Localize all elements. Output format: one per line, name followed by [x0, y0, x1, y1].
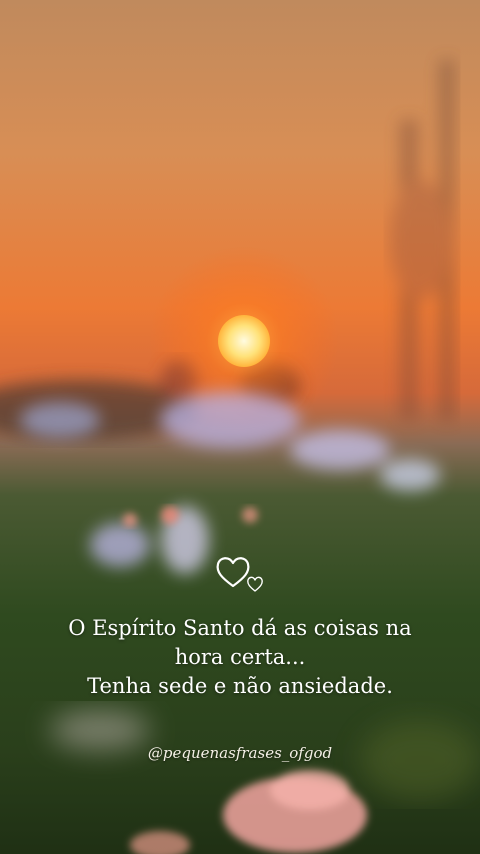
hearts-icon	[214, 552, 266, 594]
background-photo	[0, 0, 480, 854]
quote-line-3: Tenha sede e não ansiedade.	[87, 674, 393, 698]
sun	[218, 315, 270, 367]
quote-text: O Espírito Santo dá as coisas na hora ce…	[0, 614, 480, 701]
author-handle: @pequenasfrases_ofgod	[147, 744, 333, 762]
quote-line-1: O Espírito Santo dá as coisas na	[68, 616, 412, 640]
quote-line-2: hora certa...	[174, 645, 306, 669]
